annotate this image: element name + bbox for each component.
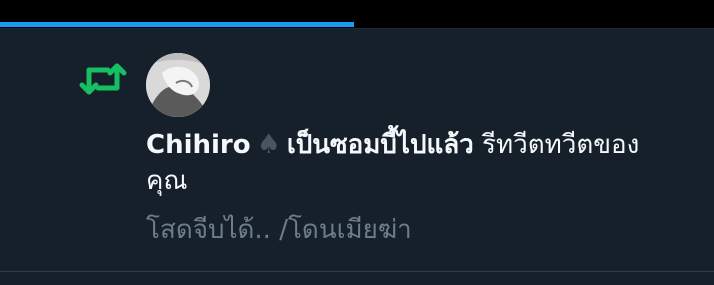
retweet-icon [78, 59, 128, 99]
user-name-suffix[interactable]: เป็นซอมบี้ไปแล้ว [287, 130, 474, 160]
avatar[interactable] [146, 53, 210, 117]
retweet-notification[interactable]: Chihiro ♠ เป็นซอมบี้ไปแล้ว รีทวีตทวีตของคุ… [0, 28, 714, 271]
retweet-icon-graphic [79, 63, 127, 95]
next-item-area [0, 272, 714, 285]
avatar-image [146, 53, 210, 117]
user-name[interactable]: Chihiro [146, 130, 251, 160]
tweet-preview[interactable]: โสดจีบได้.. /โดนเมียฆ่า [146, 213, 666, 247]
spade-icon: ♠ [256, 129, 281, 160]
notification-text: Chihiro ♠ เป็นซอมบี้ไปแล้ว รีทวีตทวีตของคุ… [146, 127, 666, 199]
loading-progress-bar [0, 22, 354, 27]
top-strip [0, 0, 714, 28]
